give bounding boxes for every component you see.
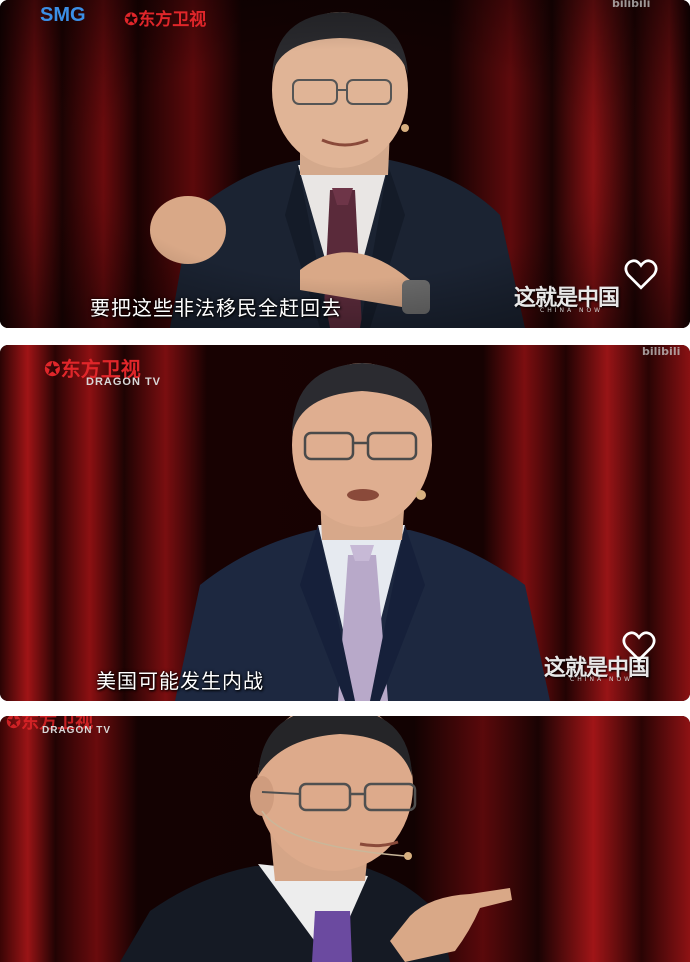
video-frame-1: SMG ✪东方卫视 bilibili 要把这些非法移民全赶回去 这就是中国 CH…: [0, 0, 690, 328]
video-frame-3: ✪东方卫视 DRAGON TV: [0, 716, 690, 962]
show-subtitle-2: CHINA NOW: [570, 676, 634, 683]
dragon-tv-logo: ✪东方卫视: [124, 5, 206, 30]
speaker-scene-3: [0, 716, 690, 962]
smg-logo: SMG: [40, 4, 86, 26]
dragon-tv-logo-en: DRAGON TV: [42, 725, 111, 736]
show-subtitle-1: CHINA NOW: [540, 307, 604, 314]
video-frame-2: ✪东方卫视 DRAGON TV bilibili 美国可能发生内战 这就是中国 …: [0, 345, 690, 701]
dragon-tv-star-icon: ✪: [124, 10, 139, 30]
dragon-tv-star-icon: ✪: [44, 357, 61, 381]
speaker-scene-2: [0, 345, 690, 701]
subtitle-2: 美国可能发生内战: [96, 669, 264, 693]
subtitle-1: 要把这些非法移民全赶回去: [90, 296, 342, 320]
dragon-tv-logo-text: 东方卫视: [138, 10, 207, 30]
heart-icon[interactable]: [624, 258, 658, 292]
speaker-scene-1: [0, 0, 690, 328]
bilibili-watermark: bilibili: [642, 345, 681, 358]
heart-icon[interactable]: [622, 630, 656, 664]
bilibili-watermark: bilibili: [612, 0, 651, 10]
dragon-tv-logo-en: DRAGON TV: [86, 376, 161, 388]
dragon-tv-star-icon: ✪: [6, 716, 22, 733]
